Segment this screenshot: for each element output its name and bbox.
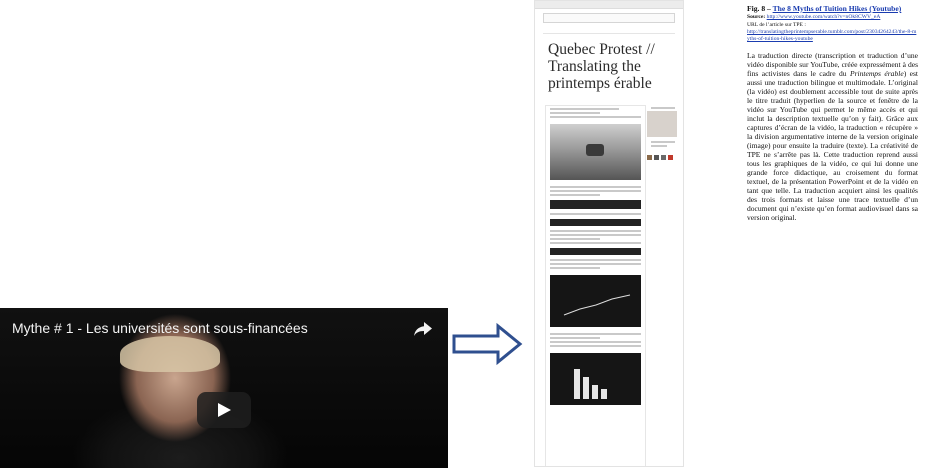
speaker-figure — [120, 336, 220, 372]
blog-title-line: Translating the — [548, 58, 641, 75]
figure-caption: Fig. 8 – The 8 Myths of Tuition Hikes (Y… — [747, 4, 918, 222]
post-text — [550, 213, 641, 215]
embedded-line-chart — [550, 275, 641, 327]
social-icon — [668, 155, 673, 160]
post-text — [550, 190, 641, 192]
post-text — [550, 238, 600, 240]
browser-tabbar — [535, 1, 683, 9]
social-icon — [654, 155, 659, 160]
embedded-video-thumbnail — [550, 124, 641, 180]
blog-title: Quebec Protest // Translating the printe… — [548, 41, 678, 92]
chart-bar — [574, 369, 580, 399]
play-icon[interactable] — [197, 392, 251, 428]
slide-banner — [550, 200, 641, 209]
post-text — [550, 333, 641, 335]
post-text — [550, 234, 641, 236]
post-text — [550, 116, 641, 118]
chart-bars — [574, 369, 607, 399]
source-label: Source: — [747, 14, 766, 20]
blog-page-screenshot: Quebec Protest // Translating the printe… — [534, 0, 684, 467]
figure-title-link[interactable]: The 8 Myths of Tuition Hikes (Youtube) — [773, 4, 902, 13]
figure-label: Fig. 8 – The 8 Myths of Tuition Hikes (Y… — [747, 4, 918, 13]
blog-nav — [543, 27, 675, 34]
slide-banner — [550, 219, 641, 226]
post-text — [550, 267, 600, 269]
chart-bar — [592, 385, 598, 399]
post-text — [550, 186, 641, 188]
social-icons — [647, 155, 679, 160]
social-icon — [647, 155, 652, 160]
blog-title-line: Quebec Protest // — [548, 41, 655, 58]
post-text — [550, 259, 641, 261]
post-text — [550, 242, 641, 244]
sidebar-text — [651, 107, 675, 109]
right-double-arrow-icon — [452, 322, 523, 366]
paragraph-italic: Printemps érable — [849, 69, 904, 79]
share-arrow-icon[interactable] — [414, 322, 432, 336]
paragraph-text: ) est aussi une traduction bilingue et m… — [747, 69, 918, 223]
source-link[interactable]: http://www.youtube.com/watch?v=nOk8CWV_e… — [767, 14, 881, 20]
source-line: Source: http://www.youtube.com/watch?v=n… — [747, 14, 918, 21]
article-link[interactable]: http://translatingtheprintempserable.tum… — [747, 29, 916, 42]
video-player[interactable]: Mythe # 1 - Les universités sont sous-fi… — [0, 308, 448, 468]
chart-bar — [601, 389, 607, 399]
chart-bar — [583, 377, 589, 399]
blog-post — [545, 105, 646, 466]
post-heading — [550, 112, 600, 114]
figure-number: Fig. 8 – — [747, 4, 773, 13]
post-text — [550, 341, 641, 343]
chart-line-graphic — [563, 294, 631, 316]
sidebar-text — [651, 145, 667, 147]
post-text — [550, 194, 600, 196]
post-text — [550, 345, 641, 347]
browser-urlbar — [543, 13, 675, 23]
blog-title-line: printemps érable — [548, 75, 652, 92]
social-icon — [661, 155, 666, 160]
slide-banner — [550, 248, 641, 255]
post-text — [550, 230, 641, 232]
video-title[interactable]: Mythe # 1 - Les universités sont sous-fi… — [12, 320, 388, 336]
caption-paragraph: La traduction directe (transcription et … — [747, 51, 918, 222]
sidebar-text — [651, 141, 675, 143]
post-text — [550, 337, 600, 339]
article-url-label: URL de l’article sur TPE : — [747, 21, 806, 28]
post-text — [550, 263, 641, 265]
sidebar-image — [647, 111, 677, 137]
article-url-line: http://translatingtheprintempserable.tum… — [747, 29, 918, 42]
embedded-bar-chart — [550, 353, 641, 405]
blog-sidebar — [647, 105, 679, 165]
post-meta — [550, 108, 620, 110]
